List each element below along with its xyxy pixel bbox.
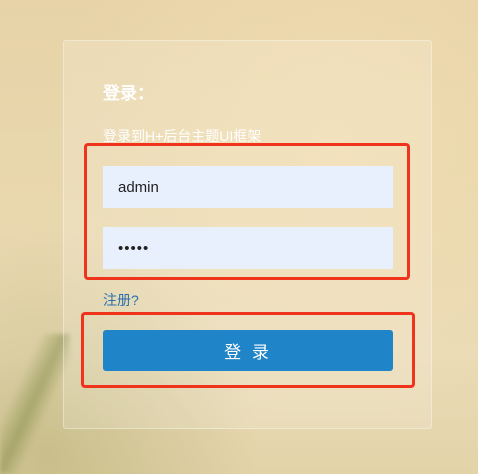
username-input[interactable] — [103, 166, 393, 208]
login-subtitle: 登录到H+后台主题UI框架 — [103, 128, 262, 144]
login-panel: 登录： 登录到H+后台主题UI框架 注册? 登 录 — [63, 40, 432, 429]
login-button[interactable]: 登 录 — [103, 330, 393, 371]
background-wheat-decoration — [0, 334, 70, 474]
login-title: 登录： — [103, 84, 154, 103]
register-link[interactable]: 注册? — [103, 290, 139, 310]
password-input[interactable] — [103, 227, 393, 269]
